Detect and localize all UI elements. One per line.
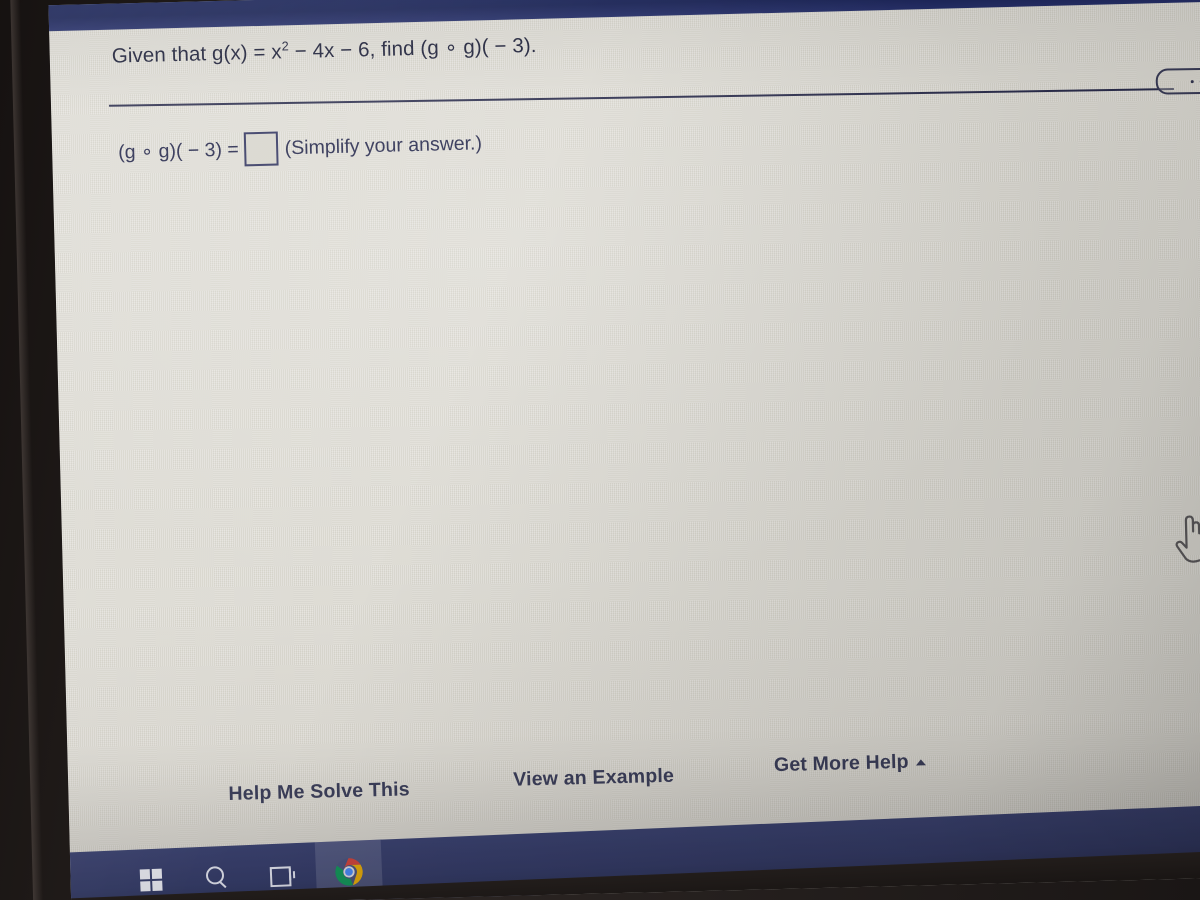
answer-input[interactable] — [243, 131, 279, 167]
answer-hint: (Simplify your answer.) — [284, 131, 483, 159]
problem-function: g(x) — [211, 41, 249, 66]
photo-of-laptop-screen: Given that g(x) = x2 − 4x − 6, find (g ∘… — [0, 0, 1200, 900]
answer-row: (g ∘ g)( − 3) = (Simplify your answer.) — [118, 126, 483, 169]
action-links: Help Me Solve This View an Example Get M… — [67, 715, 1200, 815]
laptop-screen: Given that g(x) = x2 − 4x − 6, find (g ∘… — [48, 0, 1200, 900]
bezel-left-highlight — [9, 0, 45, 900]
problem-statement: Given that g(x) = x2 − 4x − 6, find (g ∘… — [111, 33, 536, 69]
get-more-help-link[interactable]: Get More Help — [774, 750, 926, 777]
more-options-button[interactable] — [1155, 67, 1200, 95]
windows-logo-icon — [139, 868, 163, 892]
chrome-icon — [335, 858, 363, 886]
view-an-example-label: View an Example — [512, 764, 675, 791]
problem-suffix: , find (g ∘ g)( − 3). — [369, 33, 537, 62]
task-view-icon — [269, 864, 297, 888]
exercise-page: Given that g(x) = x2 − 4x − 6, find (g ∘… — [49, 0, 1200, 829]
problem-expression-rest: − 4x − 6 — [288, 38, 370, 64]
start-button[interactable] — [117, 848, 185, 900]
help-me-solve-this-link[interactable]: Help Me Solve This — [228, 778, 410, 806]
get-more-help-label: Get More Help — [773, 750, 909, 777]
search-icon — [205, 865, 230, 890]
help-me-solve-this-label: Help Me Solve This — [228, 778, 411, 805]
answer-label: (g ∘ g)( − 3) = — [117, 138, 240, 164]
problem-expression-base: x — [271, 40, 283, 64]
more-dot — [1190, 79, 1194, 83]
laptop-bezel: Given that g(x) = x2 − 4x − 6, find (g ∘… — [0, 0, 1200, 900]
section-divider — [109, 88, 1174, 107]
mouse-cursor-pointer-icon — [1172, 513, 1200, 571]
problem-prefix: Given that — [111, 42, 213, 68]
caret-up-icon — [915, 759, 926, 766]
view-an-example-link[interactable]: View an Example — [513, 765, 674, 792]
problem-equals: = — [247, 40, 272, 65]
